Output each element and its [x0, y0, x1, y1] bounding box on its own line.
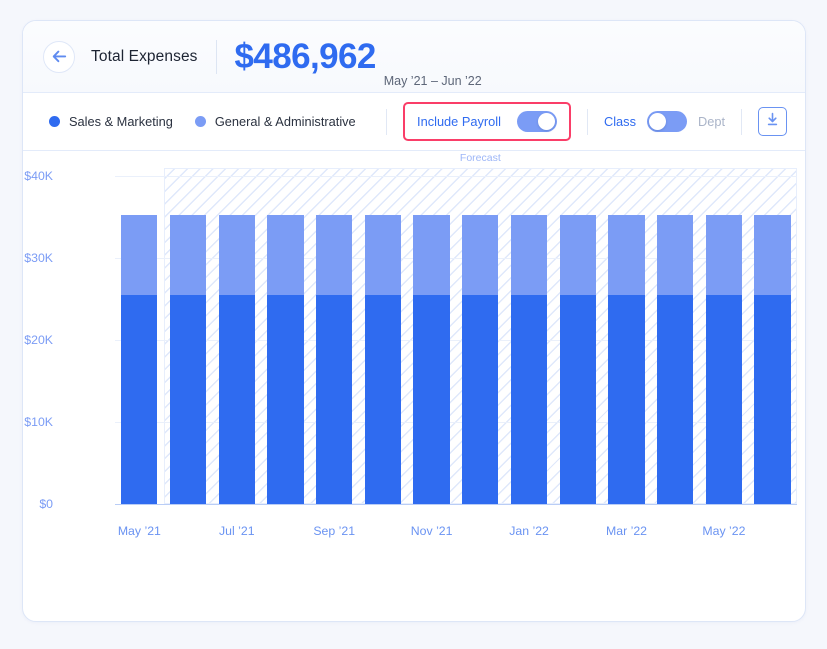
chart-bar[interactable]	[121, 215, 157, 504]
chart-bar[interactable]	[754, 215, 790, 504]
bar-segment-sales-marketing	[365, 295, 401, 504]
toolbar-divider	[741, 109, 742, 135]
download-button[interactable]	[758, 107, 787, 136]
bar-segment-general-administrative	[608, 215, 644, 295]
bar-segment-general-administrative	[219, 215, 255, 295]
chart-area: Forecast $0 $10K $20K $30K $40K May ’21 Jul ’21…	[23, 151, 805, 622]
bar-segment-general-administrative	[170, 215, 206, 295]
class-dept-control[interactable]: Class Dept	[604, 111, 725, 132]
chart-bar[interactable]	[706, 215, 742, 504]
bar-segment-general-administrative	[316, 215, 352, 295]
expenses-card: Total Expenses $486,962 May ’21 – Jun ’2…	[22, 20, 806, 622]
include-payroll-toggle[interactable]	[517, 111, 557, 132]
x-axis-tick-label: Sep ’21	[313, 524, 355, 538]
gridline	[115, 340, 797, 341]
y-axis-tick-label: $0	[22, 497, 53, 511]
x-axis-tick-label: Mar ’22	[606, 524, 647, 538]
bar-segment-sales-marketing	[462, 295, 498, 504]
bar-segment-sales-marketing	[706, 295, 742, 504]
bar-segment-sales-marketing	[170, 295, 206, 504]
bar-segment-general-administrative	[365, 215, 401, 295]
gridline	[115, 504, 797, 505]
bar-segment-general-administrative	[560, 215, 596, 295]
include-payroll-control[interactable]: Include Payroll	[403, 102, 571, 141]
chart-bar[interactable]	[657, 215, 693, 504]
card-header: Total Expenses $486,962 May ’21 – Jun ’2…	[23, 21, 805, 93]
bar-segment-sales-marketing	[121, 295, 157, 504]
chart-bar[interactable]	[560, 215, 596, 504]
bar-segment-sales-marketing	[316, 295, 352, 504]
toggle-knob	[538, 113, 555, 130]
y-axis-tick-label: $20K	[22, 333, 53, 347]
chart-bar[interactable]	[608, 215, 644, 504]
chart-bar[interactable]	[511, 215, 547, 504]
toolbar-divider	[386, 109, 387, 135]
arrow-left-icon	[52, 50, 67, 63]
legend-label: Sales & Marketing	[69, 114, 173, 129]
x-axis-tick-label: Nov ’21	[411, 524, 453, 538]
download-icon	[765, 112, 780, 132]
bar-segment-sales-marketing	[413, 295, 449, 504]
bar-segment-general-administrative	[267, 215, 303, 295]
chart-legend: Sales & Marketing General & Administrati…	[49, 114, 356, 129]
bar-segment-sales-marketing	[560, 295, 596, 504]
gridline	[115, 258, 797, 259]
chart-toolbar: Sales & Marketing General & Administrati…	[23, 93, 805, 151]
class-label: Class	[604, 114, 636, 129]
gridline	[115, 422, 797, 423]
x-axis-tick-label: May ’22	[702, 524, 745, 538]
chart-bar[interactable]	[170, 215, 206, 504]
bar-segment-sales-marketing	[267, 295, 303, 504]
legend-item-general-administrative[interactable]: General & Administrative	[195, 114, 356, 129]
bar-segment-general-administrative	[754, 215, 790, 295]
chart-plot: Forecast$0$10K$20K$30K$40KMay ’21Jul ’21…	[115, 176, 797, 504]
chart-bar[interactable]	[267, 215, 303, 504]
total-amount: $486,962	[235, 39, 376, 74]
back-button[interactable]	[43, 41, 75, 73]
bar-segment-sales-marketing	[608, 295, 644, 504]
gridline	[115, 176, 797, 177]
forecast-label: Forecast	[460, 152, 501, 164]
x-axis-tick-label: May ’21	[118, 524, 161, 538]
bar-segment-general-administrative	[511, 215, 547, 295]
chart-bar[interactable]	[219, 215, 255, 504]
toggle-knob	[649, 113, 666, 130]
bar-segment-sales-marketing	[511, 295, 547, 504]
page-title: Total Expenses	[91, 48, 198, 66]
bar-segment-sales-marketing	[657, 295, 693, 504]
chart-bar[interactable]	[316, 215, 352, 504]
dept-label: Dept	[698, 114, 725, 129]
bar-segment-general-administrative	[657, 215, 693, 295]
bar-segment-sales-marketing	[754, 295, 790, 504]
class-dept-toggle[interactable]	[647, 111, 687, 132]
bar-segment-general-administrative	[462, 215, 498, 295]
bar-segment-general-administrative	[413, 215, 449, 295]
y-axis-tick-label: $40K	[22, 169, 53, 183]
legend-label: General & Administrative	[215, 114, 356, 129]
x-axis-tick-label: Jul ’21	[219, 524, 255, 538]
include-payroll-label: Include Payroll	[417, 114, 501, 129]
chart-bar[interactable]	[365, 215, 401, 504]
toolbar-controls: Include Payroll Class Dept	[370, 102, 787, 141]
legend-color-swatch	[49, 116, 60, 127]
toolbar-divider	[587, 109, 588, 135]
chart-bar[interactable]	[462, 215, 498, 504]
y-axis-tick-label: $30K	[22, 251, 53, 265]
date-range: May ’21 – Jun ’22	[384, 74, 482, 92]
bar-segment-general-administrative	[706, 215, 742, 295]
bar-segment-sales-marketing	[219, 295, 255, 504]
legend-color-swatch	[195, 116, 206, 127]
legend-item-sales-marketing[interactable]: Sales & Marketing	[49, 114, 173, 129]
chart-bar[interactable]	[413, 215, 449, 504]
y-axis-tick-label: $10K	[22, 415, 53, 429]
header-divider	[216, 40, 217, 74]
x-axis-tick-label: Jan ’22	[509, 524, 549, 538]
bar-segment-general-administrative	[121, 215, 157, 295]
